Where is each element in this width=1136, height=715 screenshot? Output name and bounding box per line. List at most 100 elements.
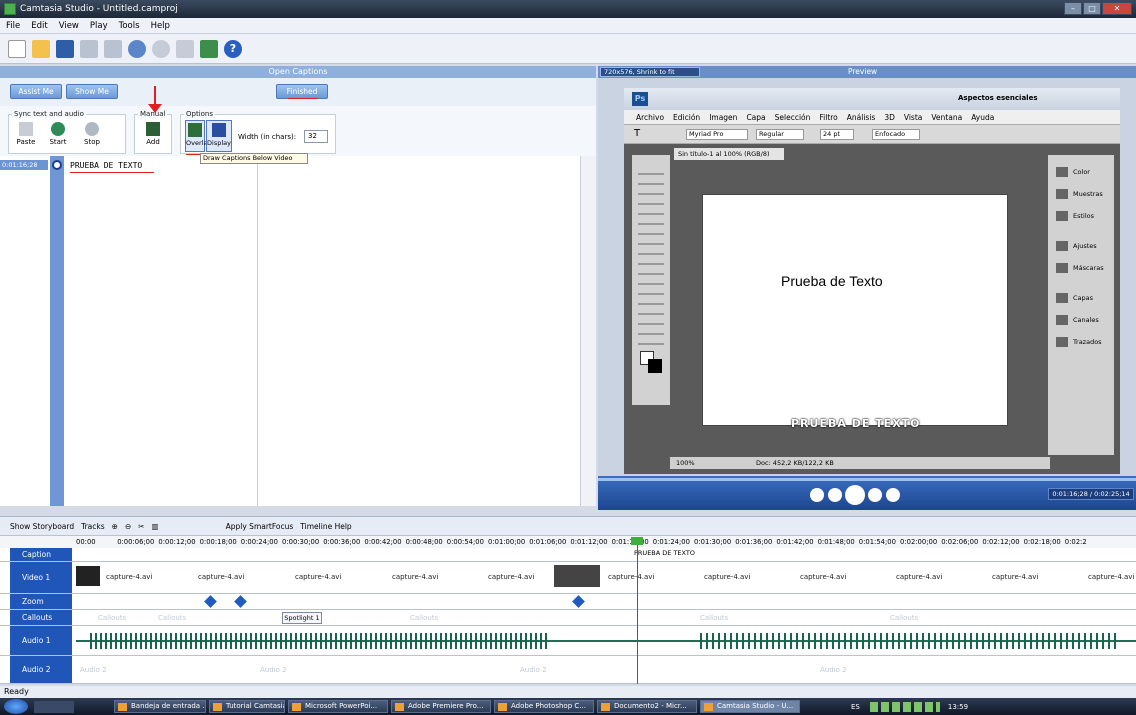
split-icon[interactable]: ▥ — [152, 522, 159, 531]
save-as-icon[interactable] — [104, 39, 122, 58]
menu-help[interactable]: Help — [151, 21, 170, 31]
menu-tools[interactable]: Tools — [119, 21, 140, 31]
ps-menu-filtro[interactable]: Filtro — [819, 113, 837, 122]
assist-me-button[interactable]: Assist Me — [10, 84, 62, 99]
help-icon[interactable]: ? — [224, 39, 242, 58]
ps-style-select[interactable]: Regular — [756, 129, 804, 140]
ps-panel-mascaras[interactable]: Máscaras — [1048, 257, 1114, 279]
foreground-color-swatch[interactable] — [648, 359, 662, 373]
zoom-keyframe[interactable] — [234, 595, 247, 608]
spotlight-callout[interactable]: Spotlight 1 — [282, 612, 322, 624]
rewind-icon[interactable] — [828, 488, 842, 502]
zoom-out-icon[interactable]: ⊖ — [125, 522, 131, 531]
menu-file[interactable]: File — [6, 21, 20, 31]
close-button[interactable]: ✕ — [1102, 2, 1132, 15]
ps-size-select[interactable]: 24 pt — [820, 129, 854, 140]
clip-label[interactable]: capture-4.avi — [392, 573, 438, 581]
preview-seek-bar[interactable] — [598, 478, 1136, 481]
fast-forward-icon[interactable] — [868, 488, 882, 502]
taskbar-item[interactable]: Bandeja de entrada ... — [114, 700, 206, 713]
show-storyboard-button[interactable]: Show Storyboard — [10, 522, 74, 531]
ps-panel-estilos[interactable]: Estilos — [1048, 205, 1114, 227]
tool-icons[interactable] — [638, 165, 664, 345]
clip-label[interactable]: capture-4.avi — [992, 573, 1038, 581]
skip-back-icon[interactable] — [810, 488, 824, 502]
paste-button[interactable]: Paste — [14, 122, 38, 146]
minimize-button[interactable]: – — [1064, 2, 1082, 15]
clip-label[interactable]: capture-4.avi — [488, 573, 534, 581]
caption-track-header[interactable]: Caption — [10, 548, 72, 561]
tracks-button[interactable]: Tracks — [81, 522, 105, 531]
taskbar-item[interactable]: Adobe Premiere Pro... — [391, 700, 491, 713]
ps-menu-3d[interactable]: 3D — [884, 113, 895, 122]
apply-smartfocus-button[interactable]: Apply SmartFocus — [226, 522, 294, 531]
library-icon[interactable] — [176, 39, 194, 58]
undo-icon[interactable] — [128, 39, 146, 58]
callouts-track-header[interactable]: Callouts — [10, 610, 72, 625]
new-file-icon[interactable] — [8, 39, 26, 58]
ps-panel-canales[interactable]: Canales — [1048, 309, 1114, 331]
clip-label[interactable]: capture-4.avi — [896, 573, 942, 581]
playhead-handle-icon[interactable] — [631, 537, 643, 545]
preview-size-select[interactable]: 720x576, Shrink to fit — [600, 67, 700, 77]
caption-scrollbar[interactable] — [580, 156, 596, 506]
quick-launch[interactable] — [34, 700, 74, 713]
menu-play[interactable]: Play — [90, 21, 108, 31]
caption-text[interactable]: PRUEBA DE TEXTO — [70, 161, 142, 170]
ps-panel-capas[interactable]: Capas — [1048, 287, 1114, 309]
timeline-ruler[interactable]: 00:00 0:00:06;00 0:00:12;00 0:00:18;00 0:00:… — [0, 536, 1136, 548]
playhead[interactable] — [637, 538, 638, 684]
maximize-button[interactable]: □ — [1083, 2, 1101, 15]
zoom-keyframe[interactable] — [204, 595, 217, 608]
save-icon[interactable] — [56, 39, 74, 58]
taskbar-item[interactable]: Adobe Photoshop C... — [494, 700, 594, 713]
ps-antialias-select[interactable]: Enfocado — [872, 129, 920, 140]
produce-icon[interactable] — [200, 39, 218, 58]
clip-label[interactable]: capture-4.avi — [608, 573, 654, 581]
zoom-in-icon[interactable]: ⊕ — [112, 522, 118, 531]
ps-menu-ventana[interactable]: Ventana — [931, 113, 962, 122]
width-input[interactable]: 32 — [304, 130, 328, 143]
overlay-button[interactable]: Overlay — [185, 120, 211, 152]
zoom-track-header[interactable]: Zoom — [10, 594, 72, 609]
clip-label[interactable]: capture-4.avi — [1088, 573, 1134, 581]
audio2-track-header[interactable]: Audio 2 — [10, 656, 72, 683]
ps-menu-edicion[interactable]: Edición — [673, 113, 700, 122]
start-orb-icon[interactable] — [4, 699, 28, 714]
caption-time[interactable]: 0:01:16;28 — [0, 160, 48, 170]
redo-icon[interactable] — [152, 39, 170, 58]
finished-button[interactable]: Finished — [276, 84, 328, 99]
taskbar-item[interactable]: Documento2 - Micr... — [597, 700, 697, 713]
open-folder-icon[interactable] — [32, 39, 50, 58]
cut-icon[interactable]: ✂ — [138, 522, 144, 531]
clip-label[interactable]: capture-4.avi — [295, 573, 341, 581]
taskbar-item[interactable]: Tutorial Camtasia — [209, 700, 285, 713]
show-me-button[interactable]: Show Me — [66, 84, 118, 99]
menu-edit[interactable]: Edit — [31, 21, 47, 31]
print-icon[interactable] — [80, 39, 98, 58]
ps-zoom[interactable]: 100% — [676, 457, 695, 469]
stop-button[interactable]: Stop — [80, 122, 104, 146]
photoshop-workspace[interactable]: Aspectos esenciales — [958, 94, 1037, 102]
display-button[interactable]: Display — [206, 120, 232, 152]
ps-font-select[interactable]: Myriad Pro — [686, 129, 748, 140]
clip-label[interactable]: capture-4.avi — [800, 573, 846, 581]
ps-menu-ayuda[interactable]: Ayuda — [971, 113, 994, 122]
ps-menu-imagen[interactable]: Imagen — [709, 113, 737, 122]
ps-panel-color[interactable]: Color — [1048, 161, 1114, 183]
add-button[interactable]: Add — [141, 122, 165, 146]
menu-view[interactable]: View — [59, 21, 79, 31]
ps-menu-capa[interactable]: Capa — [746, 113, 765, 122]
caption-clip[interactable]: PRUEBA DE TEXTO — [634, 549, 695, 557]
system-tray-icons[interactable] — [869, 701, 940, 712]
timeline-help-button[interactable]: Timeline Help — [300, 522, 351, 531]
zoom-keyframe[interactable] — [572, 595, 585, 608]
taskbar-item[interactable]: Camtasia Studio - U... — [700, 700, 800, 713]
ps-menu-seleccion[interactable]: Selección — [775, 113, 811, 122]
ps-menu-archivo[interactable]: Archivo — [636, 113, 664, 122]
clip-label[interactable]: capture-4.avi — [198, 573, 244, 581]
taskbar-item[interactable]: Microsoft PowerPoi... — [288, 700, 388, 713]
photoshop-doc-tab[interactable]: Sin título-1 al 100% (RGB/8) — [674, 148, 784, 160]
language-indicator[interactable]: ES — [851, 703, 860, 711]
clip-label[interactable]: capture-4.avi — [704, 573, 750, 581]
